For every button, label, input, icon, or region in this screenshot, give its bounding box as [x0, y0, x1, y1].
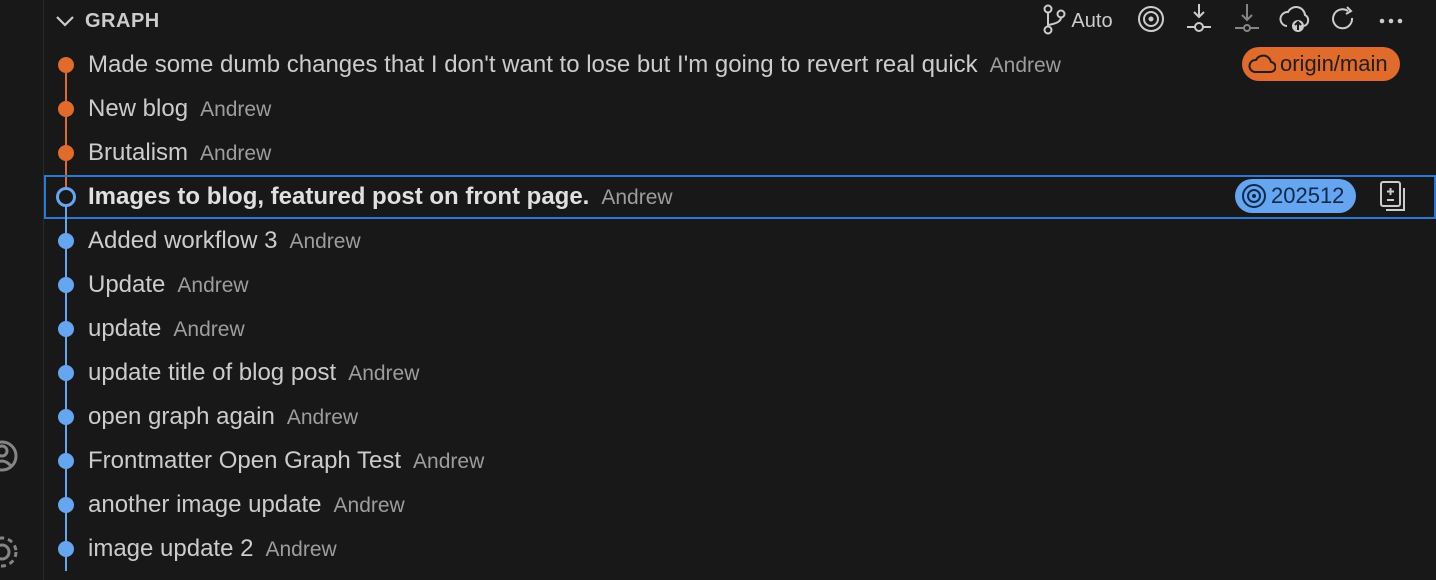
commit-author: Andrew: [333, 494, 405, 517]
commit-author: Andrew: [177, 274, 249, 297]
commit-dot: [58, 321, 74, 337]
auto-label: Auto: [1071, 9, 1113, 32]
commit-author: Andrew: [989, 54, 1061, 77]
commit-message-text: update: [88, 315, 162, 342]
commit-dot: [58, 541, 74, 557]
fetch-button[interactable]: [1182, 2, 1216, 41]
commit-message-text: Added workflow 3: [88, 227, 278, 254]
commit-row[interactable]: Made some dumb changes that I don't want…: [44, 43, 1436, 87]
commit-row[interactable]: Update Andrew: [44, 263, 1436, 307]
commit-message-text: Brutalism: [88, 139, 189, 166]
chevron-down-icon[interactable]: [54, 11, 76, 36]
graph-line: [65, 205, 67, 219]
commit-message: open graph again Andrew: [88, 403, 358, 431]
commit-author: Andrew: [413, 450, 485, 473]
commit-dot: [58, 277, 74, 293]
more-actions-button[interactable]: [1374, 4, 1408, 38]
graph-section-header[interactable]: GRAPH Auto: [44, 0, 1436, 42]
commit-author: Andrew: [286, 406, 359, 429]
activity-bar: [0, 0, 44, 580]
commit-author: Andrew: [601, 186, 673, 209]
commit-author: Andrew: [265, 538, 337, 561]
commit-message-text: Made some dumb changes that I don't want…: [88, 51, 978, 78]
refresh-icon: [1329, 5, 1357, 38]
graph-line: [65, 73, 67, 87]
commit-author: Andrew: [200, 142, 272, 165]
target-icon: [1137, 5, 1165, 38]
commit-message-text: update title of blog post: [88, 359, 337, 386]
commit-dot: [58, 365, 74, 381]
commit-message: Images to blog, featured post on front p…: [88, 183, 673, 211]
cloud-upload-icon: [1279, 4, 1311, 39]
commit-message-text: open graph again: [88, 403, 275, 430]
commit-author: Andrew: [173, 318, 245, 341]
remote-branch-label: origin/main: [1280, 51, 1388, 76]
commit-message: Made some dumb changes that I don't want…: [88, 51, 1061, 79]
commit-dot: [58, 145, 74, 161]
commit-message-text: another image update: [88, 491, 322, 518]
account-icon[interactable]: [0, 434, 18, 483]
settings-gear-icon[interactable]: [0, 530, 18, 579]
commit-row-selected[interactable]: Images to blog, featured post on front p…: [44, 175, 1436, 219]
git-branch-icon: [1041, 3, 1067, 40]
commit-row[interactable]: another image update Andrew: [44, 483, 1436, 527]
commit-message: Brutalism Andrew: [88, 139, 271, 167]
ellipsis-icon: [1378, 12, 1404, 30]
commit-message-text: Images to blog, featured post on front p…: [88, 183, 590, 210]
commit-row[interactable]: image update 2 Andrew: [44, 527, 1436, 571]
commit-author: Andrew: [200, 98, 272, 121]
commit-row[interactable]: Added workflow 3 Andrew: [44, 219, 1436, 263]
commit-row[interactable]: update title of blog post Andrew: [44, 351, 1436, 395]
commit-dot: [58, 497, 74, 513]
commit-author: Andrew: [289, 230, 361, 253]
commit-row[interactable]: Brutalism Andrew: [44, 131, 1436, 175]
commit-message: New blog Andrew: [88, 95, 271, 123]
target-button[interactable]: [1134, 4, 1168, 38]
commit-row[interactable]: open graph again Andrew: [44, 395, 1436, 439]
commit-row[interactable]: New blog Andrew: [44, 87, 1436, 131]
commit-message: Frontmatter Open Graph Test Andrew: [88, 447, 484, 475]
commit-message: update Andrew: [88, 315, 245, 343]
publish-button[interactable]: [1278, 4, 1312, 38]
tag-label: 202512: [1271, 183, 1345, 208]
commit-author: Andrew: [348, 362, 420, 385]
commit-message: update title of blog post Andrew: [88, 359, 419, 387]
open-changes-icon[interactable]: [1378, 180, 1408, 219]
commit-dot: [58, 409, 74, 425]
commit-list: Made some dumb changes that I don't want…: [44, 43, 1436, 571]
tag-badge[interactable]: 202512: [1235, 179, 1357, 213]
refresh-button[interactable]: [1326, 4, 1360, 38]
commit-message-text: New blog: [88, 95, 189, 122]
fetch-icon: [1185, 2, 1213, 41]
commit-dot: [58, 101, 74, 117]
commit-message: Update Andrew: [88, 271, 249, 299]
pull-icon: [1233, 2, 1261, 41]
commit-message-text: Update: [88, 271, 166, 298]
auto-branch-button[interactable]: Auto: [1036, 4, 1118, 38]
commit-row[interactable]: update Andrew: [44, 307, 1436, 351]
commit-dot: [58, 233, 74, 249]
target-icon: [1242, 184, 1266, 208]
commit-row[interactable]: Frontmatter Open Graph Test Andrew: [44, 439, 1436, 483]
pull-button[interactable]: [1230, 2, 1264, 41]
commit-dot-head: [56, 187, 76, 207]
commit-message-text: Frontmatter Open Graph Test: [88, 447, 402, 474]
source-control-graph-panel: GRAPH Auto Made some dumb changes that I…: [44, 0, 1436, 580]
commit-message: another image update Andrew: [88, 491, 405, 519]
commit-dot: [58, 57, 74, 73]
commit-message: image update 2 Andrew: [88, 535, 337, 563]
commit-message-text: image update 2: [88, 535, 254, 562]
remote-branch-badge[interactable]: origin/main: [1242, 47, 1400, 81]
commit-dot: [58, 453, 74, 469]
commit-message: Added workflow 3 Andrew: [88, 227, 361, 255]
cloud-icon: [1248, 54, 1276, 73]
section-title: GRAPH: [85, 10, 160, 32]
